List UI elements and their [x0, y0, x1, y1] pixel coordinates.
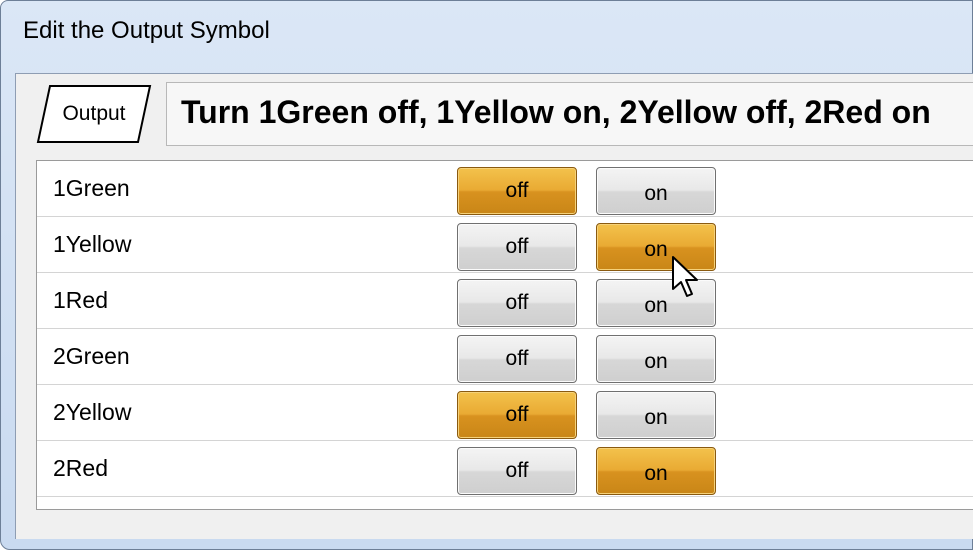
on-button[interactable]: on [596, 391, 716, 439]
light-state-table: 1Green off on 1Yellow off on 1Red off on… [36, 160, 973, 510]
light-name: 2Green [53, 343, 130, 369]
table-row-1yellow: 1Yellow off on [37, 217, 973, 273]
on-button-label: on [644, 294, 668, 317]
window-title: Edit the Output Symbol [23, 17, 270, 44]
on-button-label: on [644, 350, 668, 373]
light-name: 2Yellow [53, 399, 132, 425]
on-button-label: on [644, 406, 668, 429]
off-button-label: off [505, 459, 529, 482]
off-button[interactable]: off [457, 279, 577, 327]
off-button-label: off [505, 179, 529, 202]
table-row-2red: 2Red off on [37, 441, 973, 497]
dialog-content: Output Turn 1Green off, 1Yellow on, 2Yel… [15, 73, 973, 539]
light-name: 2Red [53, 455, 108, 481]
off-button[interactable]: off [457, 391, 577, 439]
on-button-label: on [644, 462, 668, 485]
title-bar[interactable]: Edit the Output Symbol [1, 1, 973, 73]
off-button[interactable]: off [457, 335, 577, 383]
on-button[interactable]: on [596, 279, 716, 327]
light-name: 1Green [53, 175, 130, 201]
off-button-label: off [505, 347, 529, 370]
off-button[interactable]: off [457, 447, 577, 495]
off-button[interactable]: off [457, 223, 577, 271]
off-button-label: off [505, 403, 529, 426]
table-row-1green: 1Green off on [37, 161, 973, 217]
table-row-1red: 1Red off on [37, 273, 973, 329]
light-name: 1Red [53, 287, 108, 313]
light-name: 1Yellow [53, 231, 132, 257]
off-button-label: off [505, 235, 529, 258]
output-header: Output Turn 1Green off, 1Yellow on, 2Yel… [16, 74, 973, 154]
off-button[interactable]: off [457, 167, 577, 215]
off-button-label: off [505, 291, 529, 314]
output-symbol-label: Output [62, 102, 126, 125]
output-summary-text: Turn 1Green off, 1Yellow on, 2Yellow off… [181, 94, 931, 130]
on-button[interactable]: on [596, 223, 716, 271]
on-button-label: on [644, 238, 668, 261]
output-summary-box: Turn 1Green off, 1Yellow on, 2Yellow off… [166, 82, 973, 146]
on-button[interactable]: on [596, 167, 716, 215]
on-button[interactable]: on [596, 447, 716, 495]
table-row-2yellow: 2Yellow off on [37, 385, 973, 441]
table-row-2green: 2Green off on [37, 329, 973, 385]
on-button[interactable]: on [596, 335, 716, 383]
parallelogram-output-icon: Output [36, 84, 152, 144]
on-button-label: on [644, 182, 668, 205]
dialog-window: Edit the Output Symbol Output Turn 1Gree… [0, 0, 973, 550]
